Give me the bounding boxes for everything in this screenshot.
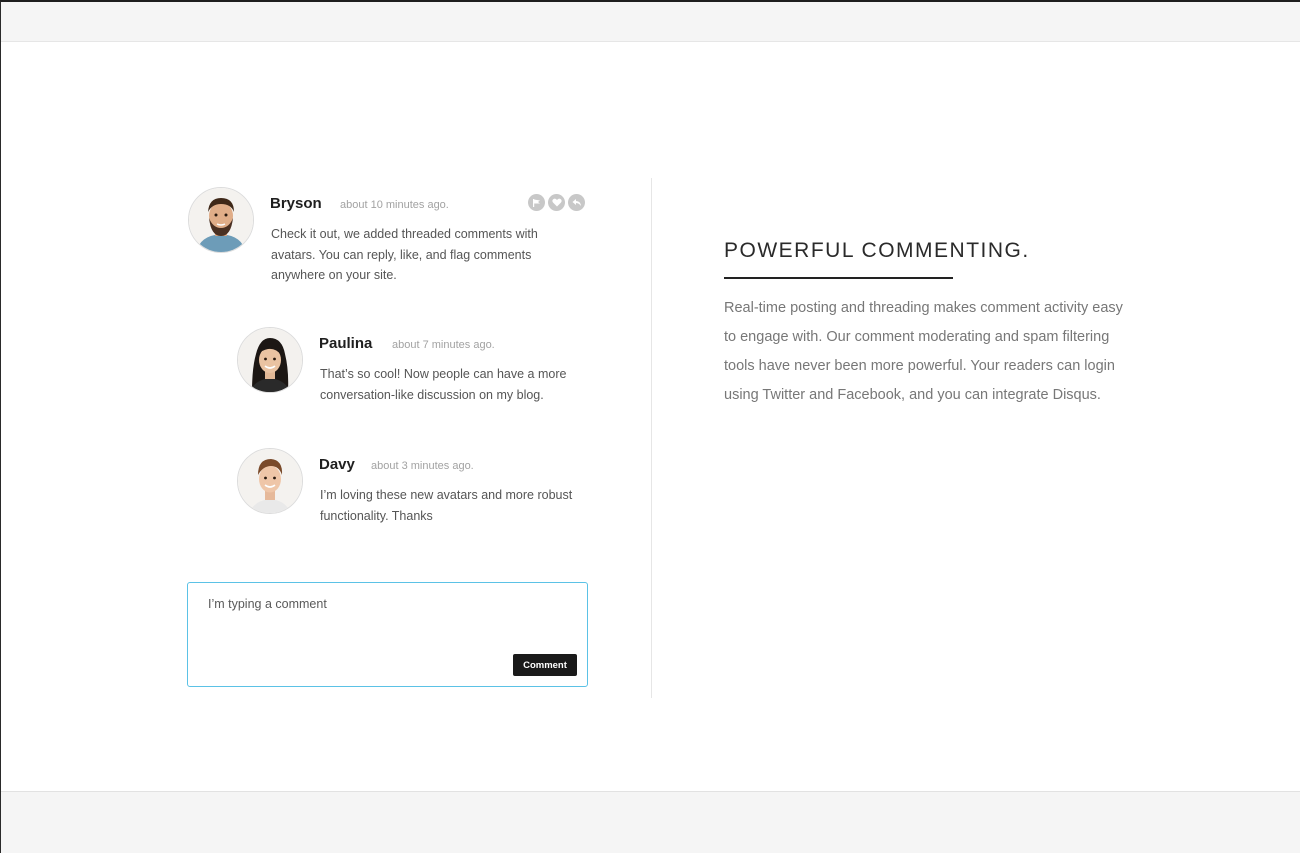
feature-headline: POWERFUL COMMENTING. [724, 239, 1030, 262]
comment-timestamp: about 3 minutes ago. [371, 460, 474, 472]
comment-author[interactable]: Bryson [270, 195, 322, 212]
page: Bryson about 10 minutes ago. Check it ou… [0, 0, 1300, 853]
comment-text: I’m loving these new avatars and more ro… [320, 488, 573, 523]
comment-author[interactable]: Davy [319, 456, 355, 473]
comment-actions [528, 194, 585, 211]
avatar-davy [237, 448, 303, 514]
avatar-paulina [237, 327, 303, 393]
column-divider [651, 178, 652, 698]
top-band [1, 2, 1300, 42]
flag-icon[interactable] [528, 194, 545, 211]
headline-underline [724, 277, 953, 279]
comment-submit-button[interactable]: Comment [513, 654, 577, 676]
bottom-band [1, 791, 1300, 853]
comment-text: That’s so cool! Now people can have a mo… [320, 367, 567, 402]
comment-author[interactable]: Paulina [319, 335, 372, 352]
comment-input[interactable]: I’m typing a comment [208, 597, 568, 657]
heart-icon[interactable] [548, 194, 565, 211]
reply-icon[interactable] [568, 194, 585, 211]
comment-timestamp: about 10 minutes ago. [340, 199, 449, 211]
comment-timestamp: about 7 minutes ago. [392, 339, 495, 351]
comment-text: Check it out, we added threaded comments… [271, 227, 538, 282]
avatar-bryson [188, 187, 254, 253]
feature-description: Real-time posting and threading makes co… [724, 300, 1123, 403]
comment-composer: I’m typing a comment Comment [187, 582, 588, 687]
